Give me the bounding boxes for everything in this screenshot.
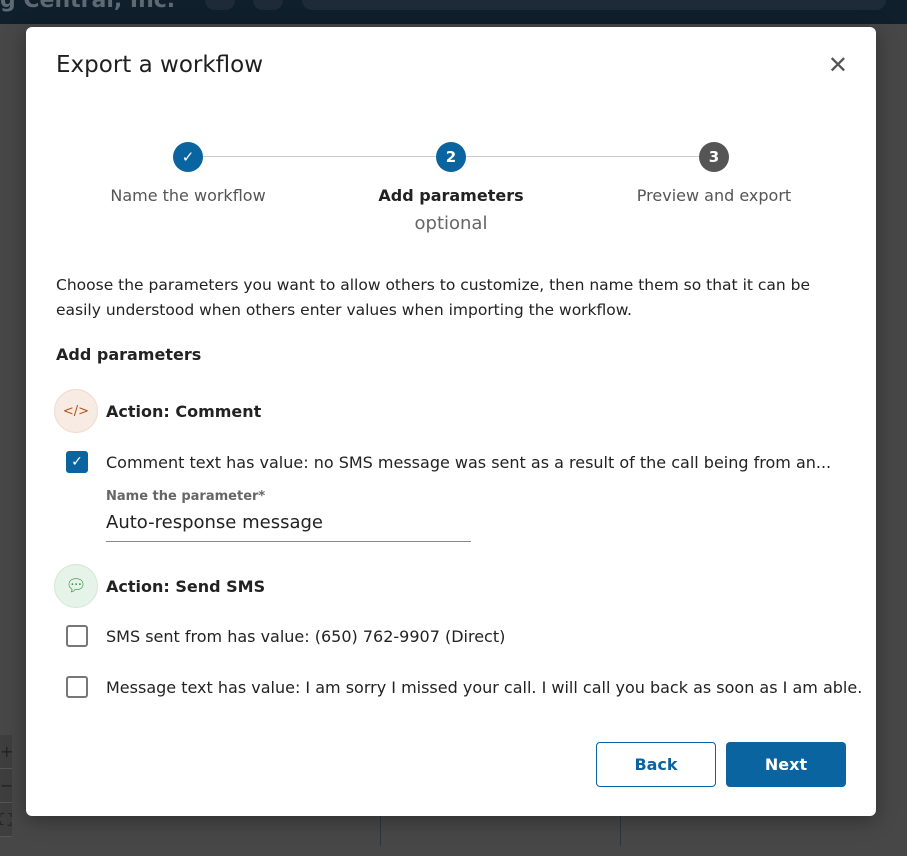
param-checkbox[interactable] xyxy=(66,625,88,647)
step-sublabel: optional xyxy=(414,213,488,234)
header-button xyxy=(205,0,235,10)
code-icon: </> xyxy=(54,389,98,433)
required-mark: * xyxy=(258,489,266,504)
dialog-title: Export a workflow xyxy=(56,52,264,78)
zoom-in-icon: + xyxy=(0,735,13,769)
check-icon: ✓ xyxy=(173,142,203,172)
param-label: Comment text has value: no SMS message w… xyxy=(106,452,832,472)
param-row[interactable]: SMS sent from has value: (650) 762-9907 … xyxy=(66,625,505,647)
step-number: 2 xyxy=(436,142,466,172)
step-preview-export: 3 Preview and export xyxy=(584,142,844,205)
param-name-input[interactable]: Auto-response message xyxy=(106,512,471,542)
step-name-workflow: ✓ Name the workflow xyxy=(58,142,318,205)
param-row[interactable]: ✓ Comment text has value: no SMS message… xyxy=(66,451,831,473)
param-label: Message text has value: I am sorry I mis… xyxy=(106,677,863,697)
param-name-field[interactable]: Name the parameter* Auto-response messag… xyxy=(106,489,471,542)
section-heading: Add parameters xyxy=(56,345,202,364)
description: Choose the parameters you want to allow … xyxy=(56,276,811,319)
canvas-zoom-controls: + − ⛶ xyxy=(0,735,13,837)
step-label: Add parameters xyxy=(378,186,524,205)
back-button[interactable]: Back xyxy=(596,742,716,787)
param-checkbox[interactable] xyxy=(66,676,88,698)
export-workflow-dialog: Export a workflow ✕ ✓ Name the workflow … xyxy=(26,27,876,816)
step-label: Preview and export xyxy=(636,186,792,205)
action-comment: </> Action: Comment xyxy=(54,389,261,433)
action-label: Action: Comment xyxy=(106,401,262,421)
fit-icon: ⛶ xyxy=(0,803,12,837)
next-button[interactable]: Next xyxy=(726,742,846,787)
chat-bubble-icon: 💬︎ xyxy=(54,564,98,608)
header-search xyxy=(302,0,886,10)
step-label: Name the workflow xyxy=(110,186,266,205)
field-label: Name the parameter* xyxy=(106,489,471,504)
app-header: g Central, Inc. xyxy=(0,0,907,24)
action-label: Action: Send SMS xyxy=(106,576,266,596)
param-checkbox[interactable]: ✓ xyxy=(66,451,88,473)
action-send-sms: 💬︎ Action: Send SMS xyxy=(54,564,265,608)
step-add-parameters: 2 Add parameters optional xyxy=(321,142,581,234)
canvas-edge xyxy=(380,816,381,846)
header-button xyxy=(253,0,283,10)
brand-text: g Central, Inc. xyxy=(0,0,176,13)
step-number: 3 xyxy=(699,142,729,172)
canvas-edge xyxy=(620,816,621,846)
param-label: SMS sent from has value: (650) 762-9907 … xyxy=(106,626,506,646)
zoom-out-icon: − xyxy=(0,769,13,803)
field-label-text: Name the parameter xyxy=(106,489,259,504)
param-row[interactable]: Message text has value: I am sorry I mis… xyxy=(66,676,862,698)
close-icon[interactable]: ✕ xyxy=(828,53,848,77)
